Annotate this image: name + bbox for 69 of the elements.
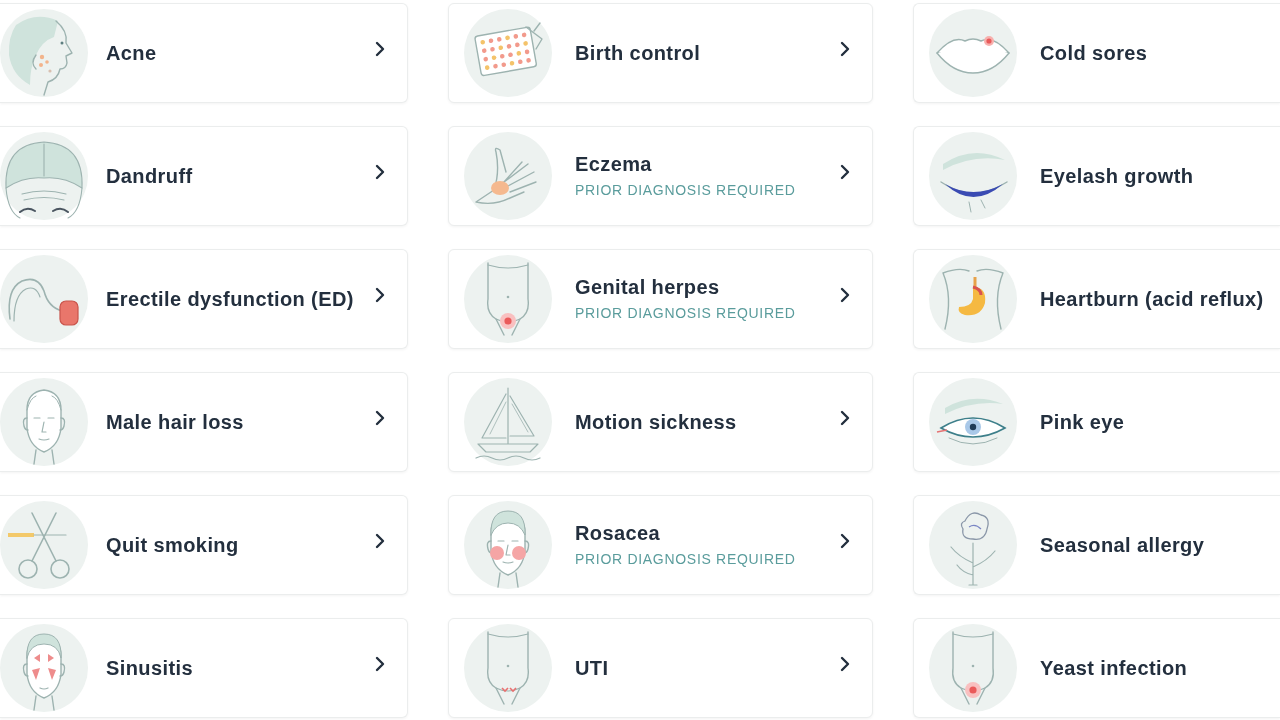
eye-icon [929, 378, 1017, 466]
condition-title: Pink eye [1040, 410, 1125, 434]
face-icon [0, 378, 88, 466]
face-icon [0, 624, 88, 712]
condition-title: Acne [106, 41, 157, 65]
condition-title: Erectile dysfunction (ED) [106, 287, 354, 311]
chevron-right-icon [375, 287, 385, 303]
condition-card[interactable]: Quit smoking [0, 495, 408, 595]
torso-icon [929, 624, 1017, 712]
chevron-right-icon [840, 164, 850, 180]
condition-card[interactable]: Heartburn (acid reflux) [913, 249, 1280, 349]
condition-card[interactable]: Dandruff [0, 126, 408, 226]
condition-card[interactable]: UTI [448, 618, 873, 718]
chevron-right-icon [375, 533, 385, 549]
condition-card[interactable]: Pink eye [913, 372, 1280, 472]
condition-card[interactable]: Seasonal allergy [913, 495, 1280, 595]
lips-icon [929, 9, 1017, 97]
condition-title: Birth control [575, 41, 701, 65]
diagnosis-note: PRIOR DIAGNOSIS REQUIRED [575, 550, 796, 569]
face-icon [464, 501, 552, 589]
condition-title: UTI [575, 656, 609, 680]
scissors-icon [0, 501, 88, 589]
condition-card[interactable]: Rosacea PRIOR DIAGNOSIS REQUIRED [448, 495, 873, 595]
chevron-right-icon [375, 41, 385, 57]
condition-title: Cold sores [1040, 41, 1148, 65]
condition-title: Dandruff [106, 164, 193, 188]
condition-card[interactable]: Acne [0, 3, 408, 103]
torso-icon [464, 255, 552, 343]
condition-card[interactable]: Motion sickness [448, 372, 873, 472]
condition-title: Rosacea [575, 521, 661, 545]
condition-title: Eyelash growth [1040, 164, 1194, 188]
condition-title: Yeast infection [1040, 656, 1188, 680]
condition-card[interactable]: Genital herpes PRIOR DIAGNOSIS REQUIRED [448, 249, 873, 349]
condition-card[interactable]: Male hair loss [0, 372, 408, 472]
condition-card[interactable]: Erectile dysfunction (ED) [0, 249, 408, 349]
condition-card[interactable]: Birth control [448, 3, 873, 103]
chevron-right-icon [375, 656, 385, 672]
condition-title: Seasonal allergy [1040, 533, 1205, 557]
diagnosis-note: PRIOR DIAGNOSIS REQUIRED [575, 304, 796, 323]
condition-card[interactable]: Yeast infection [913, 618, 1280, 718]
condition-card[interactable]: Eyelash growth [913, 126, 1280, 226]
condition-card[interactable]: Sinusitis [0, 618, 408, 718]
condition-title: Heartburn (acid reflux) [1040, 287, 1264, 311]
condition-title: Sinusitis [106, 656, 193, 680]
condition-title: Male hair loss [106, 410, 244, 434]
condition-title: Eczema [575, 152, 652, 176]
cord-icon [0, 255, 88, 343]
head-icon [0, 132, 88, 220]
stomach-icon [929, 255, 1017, 343]
chevron-right-icon [840, 41, 850, 57]
condition-title: Quit smoking [106, 533, 239, 557]
condition-card[interactable]: Cold sores [913, 3, 1280, 103]
hand-icon [464, 132, 552, 220]
chevron-right-icon [375, 410, 385, 426]
sailboat-icon [464, 378, 552, 466]
chevron-right-icon [840, 410, 850, 426]
pill-pack-icon [464, 9, 552, 97]
torso-icon [464, 624, 552, 712]
condition-title: Motion sickness [575, 410, 737, 434]
condition-title: Genital herpes [575, 275, 720, 299]
closed-eye-icon [929, 132, 1017, 220]
chevron-right-icon [840, 287, 850, 303]
face-profile-icon [0, 9, 88, 97]
flower-icon [929, 501, 1017, 589]
chevron-right-icon [840, 656, 850, 672]
diagnosis-note: PRIOR DIAGNOSIS REQUIRED [575, 181, 796, 200]
condition-card[interactable]: Eczema PRIOR DIAGNOSIS REQUIRED [448, 126, 873, 226]
chevron-right-icon [375, 164, 385, 180]
chevron-right-icon [840, 533, 850, 549]
